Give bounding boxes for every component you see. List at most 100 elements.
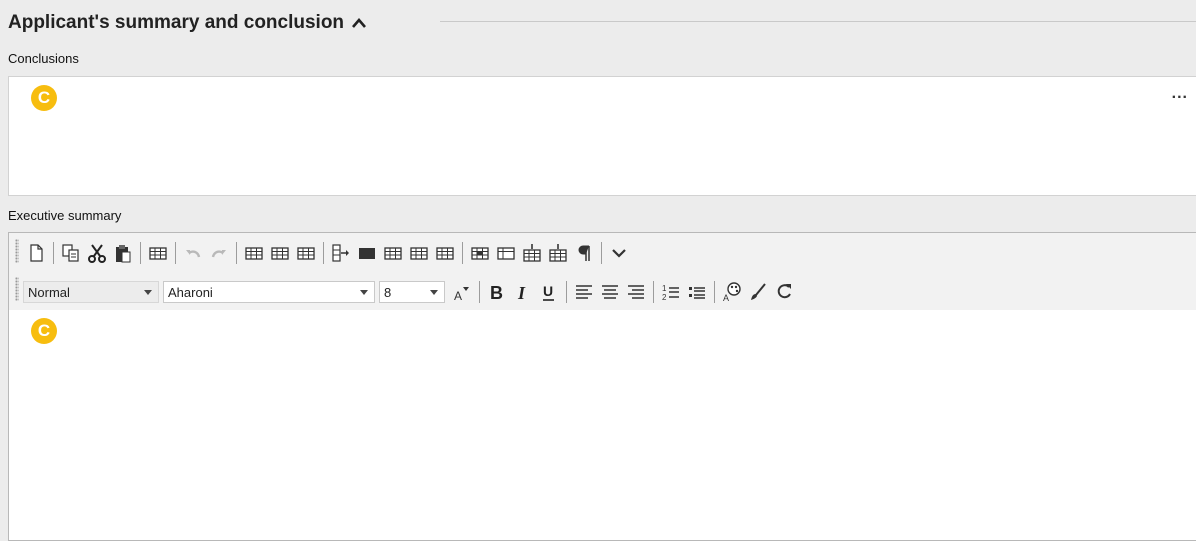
redo-icon: [211, 250, 226, 258]
svg-text:U: U: [543, 283, 553, 299]
insert-column-button[interactable]: [293, 240, 319, 266]
font-size-change-button[interactable]: A: [449, 279, 475, 305]
svg-text:I: I: [517, 283, 526, 303]
clear-format-button[interactable]: [745, 279, 771, 305]
toolbar-row-2: Normal Aharoni 8 A B I U 12 A: [23, 278, 797, 306]
pilcrow-icon: [578, 245, 590, 261]
svg-text:A: A: [454, 289, 462, 303]
refresh-icon: [777, 284, 791, 299]
editor-toolbar: Normal Aharoni 8 A B I U 12 A: [9, 233, 1196, 311]
show-formatting-button[interactable]: [571, 240, 597, 266]
align-center-icon: [602, 285, 618, 299]
font-size-select[interactable]: 8: [379, 281, 445, 303]
palette-icon: A: [723, 282, 741, 303]
editor-content[interactable]: C: [9, 310, 1196, 540]
merge-cells-button[interactable]: [328, 240, 354, 266]
undo-button[interactable]: [180, 240, 206, 266]
toolbar-separator: [462, 242, 463, 264]
delete-row-button[interactable]: [519, 240, 545, 266]
cut-button[interactable]: [84, 240, 110, 266]
header-row-button[interactable]: [354, 240, 380, 266]
table-properties-button[interactable]: [241, 240, 267, 266]
underline-icon: U: [543, 283, 554, 301]
toolbar-separator: [175, 242, 176, 264]
style-select-value: Normal: [28, 284, 70, 300]
insert-table-button[interactable]: [145, 240, 171, 266]
table-icon: [271, 247, 289, 260]
toolbar-row-1: [23, 239, 632, 267]
italic-icon: I: [517, 283, 526, 303]
font-select-value: Aharoni: [168, 284, 213, 300]
section-title: Applicant's summary and conclusion: [8, 12, 345, 33]
copy-icon: [62, 244, 79, 262]
align-center-button[interactable]: [597, 279, 623, 305]
toolbar-separator: [323, 242, 324, 264]
toolbar-separator: [479, 281, 480, 303]
align-right-icon: [628, 285, 644, 299]
align-left-icon: [576, 285, 592, 299]
bold-icon: B: [490, 283, 503, 303]
font-size-select-value: 8: [384, 284, 392, 300]
table-icon: [245, 247, 263, 260]
text-color-button[interactable]: A: [719, 279, 745, 305]
italic-button[interactable]: I: [510, 279, 536, 305]
new-document-icon: [30, 244, 43, 262]
clipboard-icon: [116, 245, 131, 263]
toolbar-separator: [714, 281, 715, 303]
section-divider: [440, 21, 1196, 22]
table-delete-icon: [523, 244, 541, 262]
copy-button[interactable]: [58, 240, 84, 266]
section-header: Applicant's summary and conclusion: [8, 10, 368, 36]
conclusions-label: Conclusions: [8, 51, 79, 66]
new-document-button[interactable]: [23, 240, 49, 266]
split-cell-button[interactable]: [493, 240, 519, 266]
chevron-down-icon: [360, 289, 368, 295]
table-style-1-button[interactable]: [380, 240, 406, 266]
bold-button[interactable]: B: [484, 279, 510, 305]
style-select[interactable]: Normal: [23, 281, 159, 303]
paste-button[interactable]: [110, 240, 136, 266]
rich-text-editor: Normal Aharoni 8 A B I U 12 A C: [8, 232, 1196, 541]
table-icon: [471, 247, 489, 260]
toolbar-separator: [653, 281, 654, 303]
c-badge-icon: C: [31, 85, 57, 111]
svg-text:2: 2: [662, 293, 667, 302]
more-tools-button[interactable]: [606, 240, 632, 266]
toolbar-separator: [566, 281, 567, 303]
table-style-2-button[interactable]: [406, 240, 432, 266]
underline-button[interactable]: U: [536, 279, 562, 305]
font-size-icon: A: [454, 287, 469, 303]
toolbar-grip-icon[interactable]: [15, 239, 19, 263]
merge-cells-icon: [332, 244, 349, 262]
chevron-down-icon: [430, 289, 438, 295]
align-right-button[interactable]: [623, 279, 649, 305]
refresh-button[interactable]: [771, 279, 797, 305]
numbered-list-button[interactable]: 12: [658, 279, 684, 305]
toolbar-separator: [140, 242, 141, 264]
chevron-down-icon: [144, 289, 152, 295]
chevron-up-icon[interactable]: [350, 16, 368, 30]
svg-text:A: A: [723, 293, 729, 303]
scissors-icon: [88, 244, 106, 263]
svg-text:B: B: [490, 283, 503, 303]
bulleted-list-icon: [689, 287, 705, 299]
table-icon: [297, 247, 315, 260]
align-left-button[interactable]: [571, 279, 597, 305]
bulleted-list-button[interactable]: [684, 279, 710, 305]
table-split-icon: [497, 247, 515, 260]
table-header-icon: [359, 248, 375, 259]
conclusions-field[interactable]: C ...: [8, 76, 1196, 196]
table-icon: [410, 247, 428, 260]
more-options-button[interactable]: ...: [1172, 85, 1188, 103]
toolbar-grip-icon[interactable]: [15, 277, 19, 301]
table-style-3-button[interactable]: [432, 240, 458, 266]
cell-properties-button[interactable]: [467, 240, 493, 266]
svg-text:1: 1: [662, 284, 667, 293]
undo-icon: [186, 250, 201, 258]
insert-row-button[interactable]: [267, 240, 293, 266]
delete-column-button[interactable]: [545, 240, 571, 266]
font-select[interactable]: Aharoni: [163, 281, 375, 303]
toolbar-separator: [236, 242, 237, 264]
c-badge-icon: C: [31, 318, 57, 344]
redo-button[interactable]: [206, 240, 232, 266]
